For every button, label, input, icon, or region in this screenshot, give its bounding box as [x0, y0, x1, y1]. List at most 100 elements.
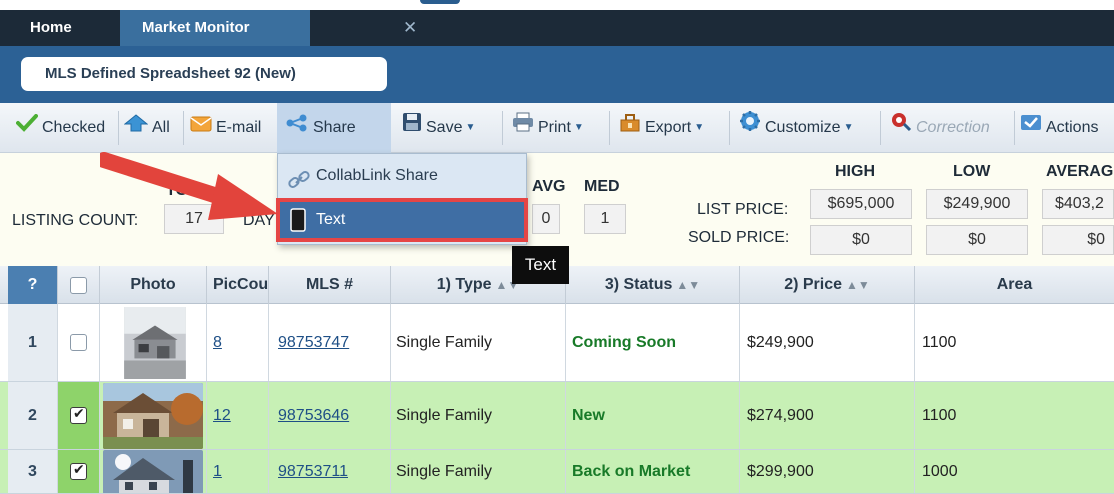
status-header[interactable]: 3) Status ▲▼	[566, 266, 740, 304]
piccount-cell: 1	[207, 450, 269, 493]
row-checkbox[interactable]	[70, 334, 87, 351]
checked-button[interactable]: Checked	[16, 103, 105, 153]
email-button[interactable]: E-mail	[190, 103, 261, 153]
all-button[interactable]: All	[123, 103, 170, 153]
type-header-label: 1) Type	[436, 276, 492, 293]
select-all-header	[58, 266, 100, 304]
type-cell: Single Family	[391, 304, 566, 381]
mls-cell: 98753711	[269, 450, 391, 493]
area-header[interactable]: Area	[915, 266, 1114, 304]
photo-cell	[100, 304, 207, 381]
row-number: 3	[8, 450, 58, 493]
piccount-link[interactable]: 1	[213, 463, 222, 481]
mls-link[interactable]: 98753646	[278, 407, 349, 425]
photo-cell	[100, 382, 207, 449]
row-checkbox[interactable]	[70, 405, 87, 424]
mls-header[interactable]: MLS #	[269, 266, 391, 304]
med-header: MED	[584, 178, 620, 195]
close-tab-icon[interactable]: ✕	[403, 10, 417, 46]
check-icon	[16, 103, 38, 153]
tab-bar: Home Market Monitor ✕	[0, 10, 1114, 46]
type-cell: Single Family	[391, 382, 566, 449]
sold-price-high: $0	[810, 225, 912, 255]
tab-market-monitor[interactable]: Market Monitor ✕	[120, 10, 417, 46]
floppy-icon	[402, 103, 422, 153]
customize-button[interactable]: Customize ▼	[739, 103, 853, 153]
share-label: Share	[313, 119, 356, 137]
text-menu-item[interactable]: Text	[276, 198, 528, 242]
status-text: Coming Soon	[572, 333, 676, 351]
export-button[interactable]: Export ▼	[619, 103, 704, 153]
type-cell: Single Family	[391, 450, 566, 493]
all-arrow-icon	[123, 103, 149, 153]
row-checkbox-cell	[58, 382, 100, 449]
mls-cell: 98753747	[269, 304, 391, 381]
piccount-link[interactable]: 12	[213, 407, 231, 425]
print-label: Print	[538, 119, 571, 137]
spreadsheet-header: MLS Defined Spreadsheet 92 (New)	[0, 46, 1114, 103]
price-cell: $249,900	[740, 304, 915, 381]
status-text: Back on Market	[572, 462, 691, 480]
share-dropdown-menu: CollabLink Share Text	[276, 153, 528, 245]
toolbar-divider	[118, 111, 119, 145]
chevron-down-icon: ▼	[573, 122, 584, 133]
envelope-icon	[190, 103, 212, 153]
text-menu-label: Text	[316, 211, 346, 228]
area-cell: 1100	[922, 406, 957, 424]
top-strip	[0, 0, 1114, 10]
row-number: 1	[8, 304, 58, 381]
photo-header[interactable]: Photo	[100, 266, 207, 304]
tooltip: Text	[512, 246, 569, 284]
list-price-average: $403,2	[1042, 189, 1114, 219]
save-button[interactable]: Save ▼	[402, 103, 475, 153]
row-number: 2	[8, 382, 58, 449]
table-row[interactable]: 3 1 98753711 Single Family Back on Marke…	[0, 450, 1114, 494]
sold-price-average: $0	[1042, 225, 1114, 255]
toolbar-divider	[502, 111, 503, 145]
listing-photo[interactable]	[103, 382, 203, 449]
list-price-low: $249,900	[926, 189, 1028, 219]
correction-button[interactable]: Correction	[890, 103, 990, 153]
help-header[interactable]: ?	[8, 266, 58, 304]
status-cell: Coming Soon	[566, 304, 740, 381]
status-cell: Back on Market	[566, 450, 740, 493]
actions-icon	[1020, 103, 1042, 153]
export-icon	[619, 103, 641, 153]
spreadsheet-title-button[interactable]: MLS Defined Spreadsheet 92 (New)	[21, 57, 387, 91]
tab-home[interactable]: Home	[0, 10, 104, 46]
print-button[interactable]: Print ▼	[512, 103, 584, 153]
select-all-checkbox[interactable]	[70, 276, 87, 294]
area-cell: 1100	[922, 333, 957, 351]
actions-label: Actions	[1046, 119, 1099, 137]
sort-icon: ▲▼	[846, 278, 870, 292]
row-checkbox[interactable]	[70, 461, 87, 480]
sort-icon: ▲▼	[676, 278, 701, 292]
collablink-share-label: CollabLink Share	[316, 167, 438, 184]
price-header[interactable]: 2) Price ▲▼	[740, 266, 915, 304]
table-row[interactable]: 2 12 98753646 Single Family New $274,900…	[0, 382, 1114, 450]
actions-button[interactable]: Actions	[1020, 103, 1098, 153]
toolbar-divider	[880, 111, 881, 145]
low-header: LOW	[953, 163, 991, 180]
brand-decoration	[420, 0, 460, 4]
price-cell: $299,900	[740, 450, 915, 493]
save-label: Save	[426, 119, 463, 137]
mls-link[interactable]: 98753747	[278, 334, 349, 352]
gear-icon	[739, 103, 761, 153]
list-price-label: LIST PRICE:	[697, 201, 789, 218]
table-row[interactable]: 1 8 98753747 Single Family Coming Soon $…	[0, 304, 1114, 382]
collablink-share-menu-item[interactable]: CollabLink Share	[278, 156, 526, 196]
sold-price-low: $0	[926, 225, 1028, 255]
toolbar: Checked All E-mail Share Save ▼ Print ▼ Ex…	[0, 103, 1114, 153]
share-button[interactable]: Share	[277, 103, 391, 153]
piccount-link[interactable]: 8	[213, 334, 222, 352]
piccount-header[interactable]: PicCou	[207, 266, 269, 304]
piccount-cell: 8	[207, 304, 269, 381]
mls-link[interactable]: 98753711	[278, 463, 348, 481]
avg-header: AVG	[532, 178, 566, 195]
listing-photo[interactable]	[123, 306, 187, 379]
status-text: New	[572, 406, 605, 424]
price-cell: $274,900	[740, 382, 915, 449]
listing-photo[interactable]	[103, 450, 203, 493]
all-label: All	[152, 119, 170, 137]
